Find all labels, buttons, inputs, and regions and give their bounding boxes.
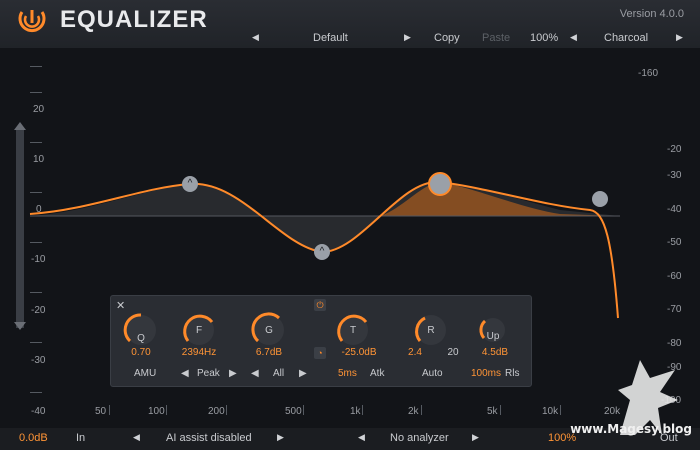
shape-prev-arrow[interactable]: ◀	[181, 368, 189, 379]
range-knob[interactable]	[473, 308, 513, 348]
analyzer-next-arrow[interactable]: ▶	[472, 432, 479, 443]
shape-select[interactable]: Peak	[197, 368, 220, 379]
ai-next-arrow[interactable]: ▶	[277, 432, 284, 443]
freq-tick	[109, 405, 110, 415]
band-control-panel: ✕ Q 0.70 F 2394Hz G 6.7dB ⏻ ◔ T -25.0dB …	[110, 295, 532, 387]
release-value[interactable]: 100ms	[471, 368, 501, 379]
release-label: Rls	[505, 368, 520, 379]
ratio-max-label: 20	[447, 347, 459, 358]
gain-label: G	[265, 325, 273, 336]
amu-label[interactable]: AMU	[134, 368, 156, 379]
freq-label: 5k	[487, 406, 498, 417]
freq-tick	[166, 405, 167, 415]
freq-label: 100	[148, 406, 165, 417]
q-value[interactable]: 0.70	[121, 347, 161, 358]
freq-label: 1k	[350, 406, 361, 417]
autogain-icon[interactable]: ◔	[314, 347, 326, 359]
freq-label: F	[195, 325, 203, 336]
freq-tick	[500, 405, 501, 415]
freq-label: 2k	[408, 406, 419, 417]
channel-select[interactable]: All	[273, 368, 284, 379]
band-node-icon[interactable]: ^	[314, 244, 330, 260]
freq-label: 500	[285, 406, 302, 417]
bypass-icon[interactable]: ⏻	[314, 299, 326, 311]
freq-label: 200	[208, 406, 225, 417]
freq-value[interactable]: 2394Hz	[179, 347, 219, 358]
channel-next-arrow[interactable]: ▶	[299, 368, 307, 379]
band-node-icon[interactable]: ^	[182, 176, 198, 192]
q-label: Q	[137, 333, 145, 344]
freq-tick	[226, 405, 227, 415]
freq-tick	[303, 405, 304, 415]
band-node-icon-selected[interactable]	[428, 172, 452, 196]
freq-tick	[421, 405, 422, 415]
range-label: Up	[486, 331, 500, 342]
ai-assist-select[interactable]: AI assist disabled	[166, 432, 252, 444]
freq-tick	[362, 405, 363, 415]
in-button[interactable]: In	[76, 432, 85, 444]
auto-toggle[interactable]: Auto	[422, 368, 443, 379]
range-value[interactable]: 4.5dB	[473, 347, 517, 358]
band-node-icon[interactable]	[592, 191, 608, 207]
threshold-label: T	[349, 325, 357, 336]
freq-label: 10k	[542, 406, 559, 417]
ratio-label: R	[427, 325, 435, 336]
freq-label: 50	[95, 406, 107, 417]
ai-prev-arrow[interactable]: ◀	[133, 432, 140, 443]
output-level[interactable]: 0.0dB	[19, 432, 48, 444]
attack-value[interactable]: 5ms	[338, 368, 357, 379]
gain-value[interactable]: 6.7dB	[249, 347, 289, 358]
threshold-value[interactable]: -25.0dB	[333, 347, 385, 358]
ratio-value[interactable]: 2.4	[405, 347, 425, 358]
analyzer-prev-arrow[interactable]: ◀	[358, 432, 365, 443]
analyzer-select[interactable]: No analyzer	[390, 432, 449, 444]
channel-prev-arrow[interactable]: ◀	[251, 368, 259, 379]
watermark-text: www.Magesy.blog	[570, 422, 692, 436]
freq-tick	[560, 405, 561, 415]
attack-label: Atk	[370, 368, 385, 379]
shape-next-arrow[interactable]: ▶	[229, 368, 237, 379]
